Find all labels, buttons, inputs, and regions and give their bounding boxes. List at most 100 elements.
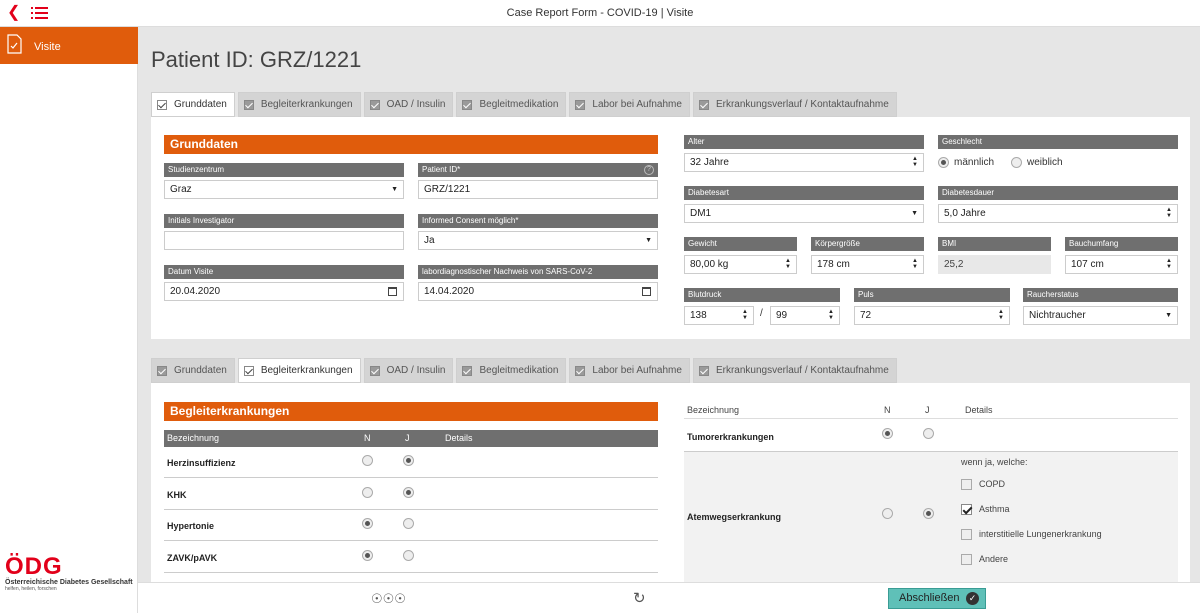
tab-begleiterkrankungen[interactable]: Begleiterkrankungen <box>237 358 361 383</box>
tab-label: Erkrankungsverlauf / Kontaktaufnahme <box>715 365 889 376</box>
radio-n[interactable] <box>362 486 373 498</box>
blutdruck-dia-stepper[interactable]: 99 ▲ ▼ <box>770 306 840 325</box>
stepper-value: 32 Jahre <box>690 157 729 168</box>
tab-begleitmedikation[interactable]: Begleitmedikation <box>456 92 567 117</box>
tab-labor[interactable]: Labor bei Aufnahme <box>569 92 690 117</box>
checkbox-copd[interactable] <box>961 479 972 490</box>
check-icon <box>243 99 254 110</box>
table-row: Herzinsuffizienz <box>164 447 658 478</box>
group-icon[interactable]: ☉☉☉ <box>371 591 406 607</box>
tab-begleitmedikation[interactable]: Begleitmedikation <box>456 358 567 383</box>
button-label: Abschließen <box>899 592 960 604</box>
check-icon <box>575 99 586 110</box>
geschlecht-label: Geschlecht <box>938 135 1178 149</box>
radio-n[interactable] <box>362 518 373 529</box>
tab-oad-insulin[interactable]: OAD / Insulin <box>363 92 454 117</box>
col-bezeichnung: Bezeichnung <box>687 405 740 415</box>
tab-label: Grunddaten <box>174 99 227 110</box>
radio-n[interactable] <box>362 549 373 561</box>
diabetesart-label: Diabetesart <box>684 186 924 200</box>
logo: ÖDG Österreichische Diabetes Gesellschaf… <box>5 555 135 593</box>
refresh-icon[interactable]: ↻ <box>633 589 646 607</box>
option-label: Andere <box>979 554 1009 564</box>
table-row: ZAVK/pAVK <box>164 542 658 573</box>
raucher-select[interactable]: Nichtraucher ▼ <box>1023 306 1178 325</box>
consent-select[interactable]: Ja ▼ <box>418 231 658 250</box>
spinner-icon[interactable]: ▲ ▼ <box>785 258 791 270</box>
radio-j[interactable] <box>403 518 414 529</box>
label-text: Patient ID* <box>422 165 461 174</box>
spinner-icon[interactable]: ▲ ▼ <box>742 309 748 321</box>
radio-label-weiblich: weiblich <box>1027 157 1063 168</box>
stepper-value: 5,0 Jahre <box>944 208 986 219</box>
tab-begleiterkrankungen[interactable]: Begleiterkrankungen <box>237 92 361 117</box>
check-icon <box>698 365 709 376</box>
sidebar-item-visite[interactable]: Visite <box>0 27 138 64</box>
tab-grunddaten[interactable]: Grunddaten <box>151 358 235 383</box>
finish-button[interactable]: Abschließen ✓ <box>888 588 986 609</box>
initials-field[interactable] <box>164 231 404 250</box>
alter-stepper[interactable]: 32 Jahre ▲ ▼ <box>684 153 924 172</box>
radio-n[interactable] <box>882 428 893 439</box>
bauchumfang-stepper[interactable]: 107 cm ▲ ▼ <box>1065 255 1178 274</box>
spinner-icon[interactable]: ▲ ▼ <box>828 309 834 321</box>
checkbox-interstitielle[interactable] <box>961 529 972 540</box>
radio-maennlich[interactable] <box>938 157 949 168</box>
caret-down-icon: ▼ <box>911 210 918 217</box>
checkbox-asthma[interactable] <box>961 504 972 515</box>
blutdruck-sys-stepper[interactable]: 138 ▲ ▼ <box>684 306 754 325</box>
spinner-icon[interactable]: ▲ ▼ <box>998 309 1004 321</box>
diabetesdauer-stepper[interactable]: 5,0 Jahre ▲ ▼ <box>938 204 1178 223</box>
tab-label: OAD / Insulin <box>386 365 446 376</box>
check-icon <box>698 99 709 110</box>
studienzentrum-select[interactable]: Graz ▼ <box>164 180 404 199</box>
radio-n[interactable] <box>362 455 373 466</box>
calendar-icon[interactable] <box>642 287 651 296</box>
radio-j[interactable] <box>403 486 414 498</box>
tab-labor[interactable]: Labor bei Aufnahme <box>569 358 690 383</box>
groesse-stepper[interactable]: 178 cm ▲ ▼ <box>811 255 924 274</box>
tab-erkrankungsverlauf[interactable]: Erkrankungsverlauf / Kontaktaufnahme <box>692 358 897 383</box>
datum-field[interactable]: 20.04.2020 <box>164 282 404 301</box>
spinner-icon[interactable]: ▲ ▼ <box>1166 258 1172 270</box>
radio-weiblich[interactable] <box>1011 157 1022 168</box>
row-name: KHK <box>167 489 187 500</box>
gewicht-stepper[interactable]: 80,00 kg ▲ ▼ <box>684 255 797 274</box>
tab-bar-1: Grunddaten Begleiterkrankungen OAD / Ins… <box>151 92 900 117</box>
radio-j[interactable] <box>923 428 934 439</box>
bauchumfang-label: Bauchumfang <box>1065 237 1178 251</box>
check-circle-icon: ✓ <box>966 592 979 605</box>
radio-label-maennlich: männlich <box>954 157 995 168</box>
calendar-icon[interactable] <box>388 287 397 296</box>
puls-stepper[interactable]: 72 ▲ ▼ <box>854 306 1010 325</box>
radio-j[interactable] <box>923 508 934 519</box>
tab-erkrankungsverlauf[interactable]: Erkrankungsverlauf / Kontaktaufnahme <box>692 92 897 117</box>
check-icon <box>369 365 380 376</box>
radio-j[interactable] <box>403 549 414 561</box>
tab-oad-insulin[interactable]: OAD / Insulin <box>363 358 454 383</box>
patient-id-label: Patient ID*? <box>418 163 658 177</box>
check-icon <box>575 365 586 376</box>
spinner-icon[interactable]: ▲ ▼ <box>912 258 918 270</box>
checkbox-andere[interactable] <box>961 554 972 565</box>
spinner-icon[interactable]: ▲ ▼ <box>912 156 918 168</box>
stepper-value: 72 <box>860 310 872 321</box>
radio-n[interactable] <box>882 508 893 519</box>
check-icon <box>369 99 380 110</box>
table-row: KHK <box>164 479 658 510</box>
groesse-label: Körpergröße <box>811 237 924 251</box>
radio-j[interactable] <box>403 455 414 466</box>
spinner-icon[interactable]: ▲ ▼ <box>1166 207 1172 219</box>
details-prompt: wenn ja, welche: <box>961 457 1028 467</box>
tab-grunddaten[interactable]: Grunddaten <box>151 92 235 117</box>
labor-label: labordiagnostischer Nachweis von SARS-Co… <box>418 265 658 279</box>
help-icon[interactable]: ? <box>644 165 654 175</box>
labor-date-field[interactable]: 14.04.2020 <box>418 282 658 301</box>
page-title: Patient ID: GRZ/1221 <box>151 47 362 72</box>
diabetesart-select[interactable]: DM1 ▼ <box>684 204 924 223</box>
puls-label: Puls <box>854 288 1010 302</box>
main-content[interactable]: Patient ID: GRZ/1221 Grunddaten Begleite… <box>138 27 1200 582</box>
section-heading: Grunddaten <box>164 135 658 154</box>
stepper-value: 80,00 kg <box>690 259 729 270</box>
patient-id-field[interactable]: GRZ/1221 <box>418 180 658 199</box>
